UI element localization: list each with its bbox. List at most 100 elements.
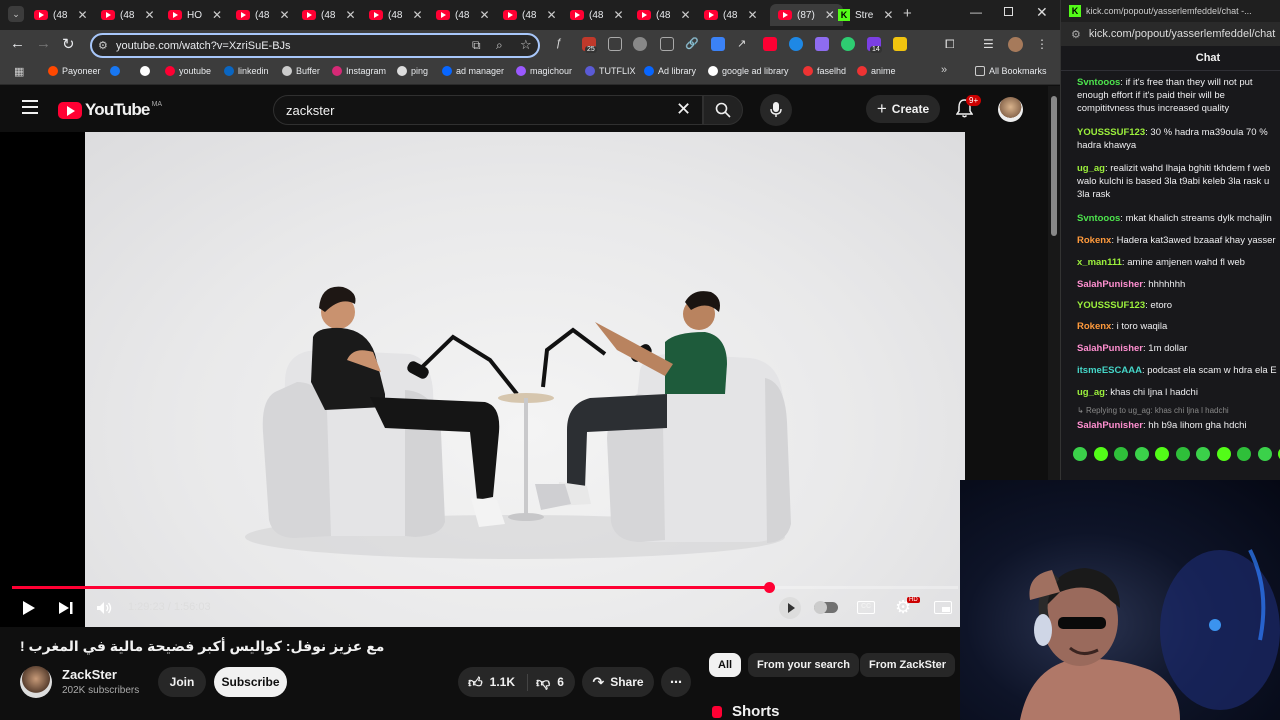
chat-message[interactable]: itsmeESCAAA: podcast ela scam w hdra ela…: [1077, 364, 1280, 384]
chat-message[interactable]: x_man111: amine amjenen wahd fl web: [1077, 256, 1280, 276]
tab-close-icon[interactable]: ✕: [546, 8, 556, 22]
emote-icon[interactable]: [1155, 447, 1169, 461]
bookmark-item[interactable]: Ad library: [644, 66, 696, 76]
fx-extension-icon[interactable]: ƒ: [556, 37, 570, 51]
chat-message[interactable]: Rokenx: i toro waqila: [1077, 320, 1280, 340]
chat-username[interactable]: ug_ag: [1077, 163, 1105, 174]
chip-from-your-search[interactable]: From your search: [748, 653, 859, 677]
chat-username[interactable]: itsmeESCAAA: [1077, 365, 1142, 376]
tab-close-icon[interactable]: ✕: [345, 8, 355, 22]
emote-icon[interactable]: [1237, 447, 1251, 461]
emote-icon[interactable]: [1073, 447, 1087, 461]
bookmark-item[interactable]: youtube: [165, 66, 211, 76]
bookmark-item[interactable]: ad manager: [442, 66, 504, 76]
emote-icon[interactable]: [1175, 447, 1190, 461]
bookmark-item[interactable]: TUTFLIX: [585, 66, 636, 76]
browser-tab[interactable]: (48 ✕: [570, 4, 624, 26]
kick-address-bar[interactable]: ⚙ kick.com/popout/yasserlemfeddel/chat: [1061, 22, 1280, 46]
miniplayer-button[interactable]: [934, 601, 952, 614]
bookmark-item[interactable]: Buffer: [282, 66, 320, 76]
tab-close-icon[interactable]: ✕: [279, 8, 289, 22]
browser-tab[interactable]: (48 ✕: [34, 4, 88, 26]
create-button[interactable]: + Create: [866, 95, 940, 123]
reading-list-icon[interactable]: ☰: [983, 37, 997, 51]
browser-tab[interactable]: (48 ✕: [101, 4, 155, 26]
bookmark-item[interactable]: linkedin: [224, 66, 269, 76]
emote-icon[interactable]: [1134, 447, 1149, 461]
tab-close-icon[interactable]: ✕: [680, 8, 690, 22]
camera-extension-icon[interactable]: [633, 37, 647, 51]
green-extension-icon[interactable]: [841, 37, 855, 51]
next-button[interactable]: [58, 601, 74, 620]
bookmark-item[interactable]: Payoneer: [48, 66, 101, 76]
maximize-button[interactable]: [1004, 7, 1013, 16]
bookmark-item[interactable]: Instagram: [332, 66, 386, 76]
browser-tab[interactable]: K Stre ✕: [838, 4, 893, 26]
apps-grid-icon[interactable]: ▦: [14, 65, 24, 78]
chip-from-channel[interactable]: From ZackSter: [860, 653, 956, 677]
chat-username[interactable]: SalahPunisher: [1077, 343, 1143, 354]
extensions-puzzle-icon[interactable]: ⧠: [945, 37, 959, 51]
more-actions-button[interactable]: ⋯: [661, 667, 691, 697]
bookmark-item[interactable]: faselhd: [803, 66, 846, 76]
chip-all[interactable]: All: [709, 653, 742, 677]
bookmark-item[interactable]: [140, 66, 154, 76]
chat-message[interactable]: SalahPunisher: hhhhhhh: [1077, 278, 1280, 297]
more-menu-icon[interactable]: ⋮: [1036, 37, 1050, 51]
chat-username[interactable]: Svntooos: [1077, 213, 1120, 224]
emote-icon[interactable]: [1257, 447, 1272, 461]
close-window-button[interactable]: ✕: [1036, 4, 1048, 21]
channel-avatar[interactable]: [20, 666, 52, 698]
chat-message[interactable]: YOUSSSUF123: 30 % hadra ma39oula 70 % ha…: [1077, 126, 1280, 160]
like-button[interactable]: 👍︎ 1.1K: [458, 673, 528, 691]
arrow-extension-icon[interactable]: ↗: [737, 37, 751, 51]
link-extension-icon[interactable]: [660, 37, 674, 51]
address-bar[interactable]: ⚙ youtube.com/watch?v=XzriSuE-BJs ⧉ ⌕ ☆: [90, 33, 540, 58]
play-button[interactable]: [22, 600, 36, 621]
chat-message[interactable]: SalahPunisher: hh b9a lihom gha hdchi: [1077, 419, 1280, 438]
tab-close-icon[interactable]: ✕: [825, 8, 835, 22]
browser-tab[interactable]: HO ✕: [168, 4, 222, 26]
video-player[interactable]: 1:29:23 / 1:56:03 CC ⚙ HD: [0, 132, 965, 627]
bookmark-item[interactable]: magichour: [516, 66, 572, 76]
tab-close-icon[interactable]: ✕: [144, 8, 154, 22]
zoom-icon[interactable]: ⌕: [496, 38, 503, 53]
tab-close-icon[interactable]: ✕: [479, 8, 489, 22]
bookmark-item[interactable]: ping: [397, 66, 428, 76]
blue-extension-icon[interactable]: [711, 37, 725, 51]
browser-tab[interactable]: (48 ✕: [637, 4, 691, 26]
emote-icon[interactable]: [1114, 447, 1128, 461]
link-icon[interactable]: 🔗: [685, 37, 699, 51]
chat-username[interactable]: Svntooos: [1077, 77, 1120, 88]
chat-username[interactable]: ug_ag: [1077, 387, 1105, 398]
emote-icon[interactable]: [1196, 447, 1210, 461]
browser-tab[interactable]: (48 ✕: [369, 4, 423, 26]
extension-gray-icon[interactable]: [608, 37, 622, 51]
autoplay-toggle[interactable]: [814, 601, 838, 614]
tab-close-icon[interactable]: ✕: [212, 8, 222, 22]
account-avatar[interactable]: [998, 97, 1023, 122]
profile-avatar[interactable]: [1008, 37, 1023, 52]
reload-button[interactable]: ↻: [62, 35, 75, 53]
tab-search-button[interactable]: ⌄: [8, 6, 24, 22]
chat-username[interactable]: SalahPunisher: [1077, 279, 1143, 290]
search-input[interactable]: zackster ✕: [273, 95, 703, 125]
chat-username[interactable]: YOUSSSUF123: [1077, 127, 1145, 138]
video-progress-bar[interactable]: [12, 582, 958, 593]
new-tab-button[interactable]: +: [903, 5, 912, 22]
join-button[interactable]: Join: [158, 667, 206, 697]
star-icon[interactable]: ☆: [520, 37, 532, 53]
site-info-icon[interactable]: ⚙: [98, 39, 108, 52]
chat-message[interactable]: Rokenx: Hadera kat3awed bzaaaf khay yass…: [1077, 234, 1280, 254]
chat-username[interactable]: Rokenx: [1077, 235, 1111, 246]
install-app-icon[interactable]: ⧉: [472, 38, 481, 53]
chat-message[interactable]: Svntooos: if it's free than they will no…: [1077, 76, 1280, 124]
browser-tab[interactable]: (48 ✕: [436, 4, 490, 26]
bookmark-item[interactable]: google ad library: [708, 66, 789, 76]
bookmarks-overflow-icon[interactable]: »: [941, 64, 947, 76]
voice-search-button[interactable]: [760, 94, 792, 126]
settings-button[interactable]: ⚙ HD: [895, 597, 920, 618]
bookmark-item[interactable]: [110, 66, 124, 76]
tab-close-icon[interactable]: ✕: [77, 8, 87, 22]
chat-message[interactable]: ug_ag: realizit wahd lhaja bghiti tkhdem…: [1077, 162, 1280, 210]
